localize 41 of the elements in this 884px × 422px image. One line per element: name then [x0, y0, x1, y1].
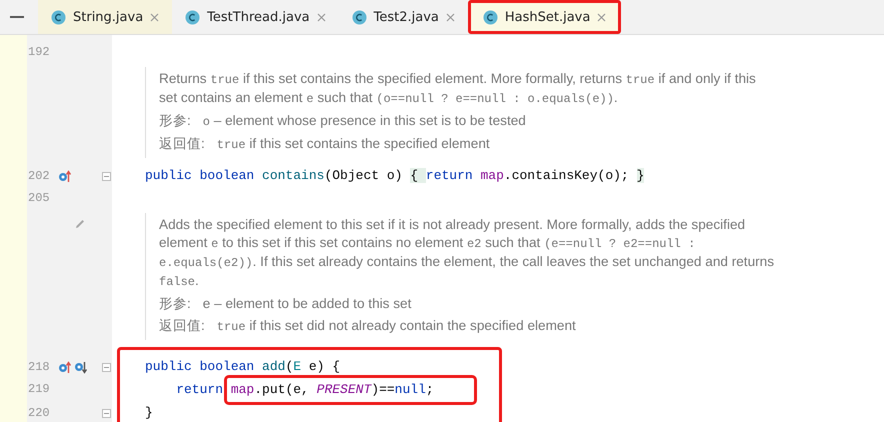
highlight-box: map.put(e, PRESENT)==null;	[226, 378, 474, 402]
doc-text: Returns true if this set contains the specified element. More formally, returns true if and only if this set contains an element e such that (o==null ? e==null : o.equals(e)).	[159, 70, 757, 108]
file-tab[interactable]: String.java	[38, 0, 172, 34]
code-line: public boolean contains(Object o) { return map.containsKey(o); }	[145, 167, 644, 185]
file-tab[interactable]: Test2.java	[338, 0, 468, 34]
line-number: 202	[28, 169, 51, 183]
doc-tag: 形参:	[159, 112, 191, 131]
doc-tag: 形参:	[159, 295, 191, 313]
line-number: 220	[28, 406, 51, 420]
class-icon	[352, 10, 367, 24]
line-number: 218	[28, 360, 51, 374]
doc-text: e – element to be added to this set	[202, 295, 412, 313]
line-number: 192	[28, 45, 51, 59]
doc-text: true if this set contains the specified element	[216, 135, 490, 154]
up-arrow-icon[interactable]	[58, 170, 71, 182]
code-line: public boolean add(E e) {	[145, 358, 340, 376]
doc-tag: 返回值:	[159, 135, 205, 154]
minimize-icon[interactable]	[10, 15, 24, 19]
close-icon[interactable]	[316, 12, 326, 22]
fold-icon[interactable]	[102, 408, 111, 418]
close-icon[interactable]	[150, 12, 160, 22]
up-arrow-icon[interactable]	[58, 360, 71, 374]
file-tab[interactable]: HashSet.java	[468, 0, 622, 34]
doc-text: true if this set did not already contain the specified element	[216, 317, 576, 336]
close-icon[interactable]	[446, 12, 455, 22]
doc-tag: 返回值:	[159, 317, 205, 336]
line-number: 205	[28, 191, 51, 205]
class-icon	[482, 10, 498, 24]
line-number: 219	[28, 382, 51, 396]
pencil-icon[interactable]	[74, 218, 86, 230]
fold-icon[interactable]	[102, 362, 111, 372]
doc-text: Adds the specified element to this set if it is not already present. More formally, adds the specified element e to this set if this set contains no element e2 such that (e==null ? e2==null : e.equals(e2)). If this set already contains the element, the call leaves the set unchanged and returns false.	[159, 216, 776, 291]
doc-text: o – element whose presence in this set is to be tested	[202, 112, 526, 131]
close-icon[interactable]	[597, 12, 606, 22]
class-icon	[51, 10, 66, 24]
file-tab[interactable]: TestThread.java	[172, 0, 339, 34]
fold-icon[interactable]	[102, 172, 111, 180]
code-line: return	[175, 381, 224, 399]
down-arrow-icon[interactable]	[74, 360, 87, 374]
code-line: }	[145, 404, 153, 422]
class-icon	[185, 10, 200, 24]
